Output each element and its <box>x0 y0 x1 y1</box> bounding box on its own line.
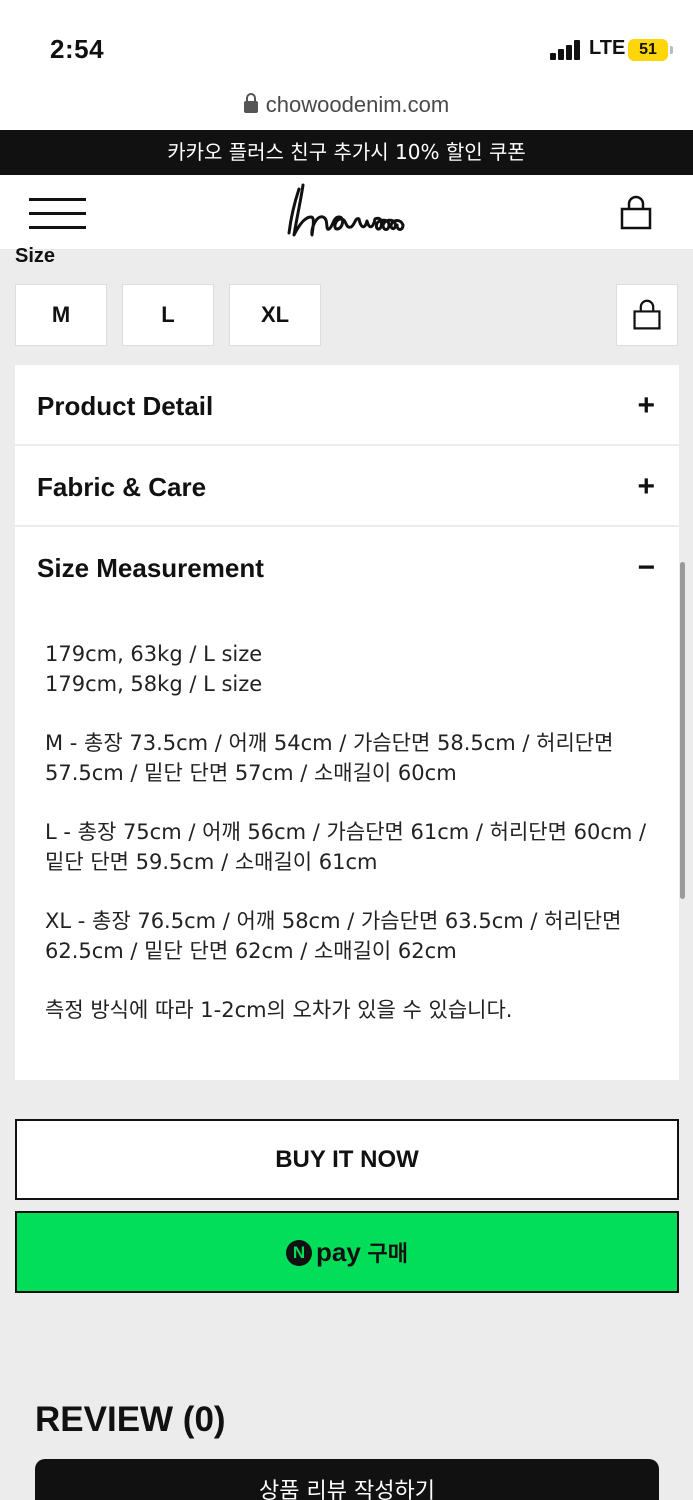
buy-now-button[interactable]: BUY IT NOW <box>15 1119 679 1200</box>
accordion-size-measurement[interactable]: Size Measurement − 179cm, 63kg / L size … <box>15 527 679 1080</box>
size-measurement-body: 179cm, 63kg / L size 179cm, 58kg / L siz… <box>45 639 665 1054</box>
status-time: 2:54 <box>50 34 105 64</box>
promo-banner[interactable]: 카카오 플러스 친구 추가시 10% 할인 쿠폰 <box>0 130 693 175</box>
accordion-title: Product Detail <box>37 391 214 421</box>
npay-label: 구매 <box>367 1242 408 1267</box>
size-option-l[interactable]: L <box>122 284 214 346</box>
size-m-measurement: M - 총장 73.5cm / 어깨 54cm / 가슴단면 58.5cm / … <box>45 731 614 785</box>
accordion-title: Size Measurement <box>37 553 264 583</box>
review-heading: REVIEW (0) <box>35 1400 226 1439</box>
plus-icon[interactable]: + <box>637 389 655 423</box>
signal-icon <box>550 40 584 60</box>
size-l-measurement: L - 총장 75cm / 어깨 56cm / 가슴단면 61cm / 허리단면… <box>45 820 647 874</box>
minus-icon[interactable]: − <box>637 551 655 585</box>
accordion-fabric-care[interactable]: Fabric & Care + <box>15 446 679 525</box>
product-content: Size M L XL Product Detail + Fabric & Ca… <box>0 245 693 1500</box>
status-bar: 2:54 LTE 51 <box>0 0 693 90</box>
address-bar[interactable]: chowoodenim.com <box>0 92 693 126</box>
write-review-button[interactable]: 상품 리뷰 작성하기 <box>35 1459 659 1500</box>
shopping-bag-icon[interactable] <box>618 195 654 231</box>
accordion-product-detail[interactable]: Product Detail + <box>15 365 679 444</box>
npay-word: pay <box>316 1237 361 1267</box>
model-info: 179cm, 63kg / L size <box>45 642 263 666</box>
scrollbar[interactable] <box>680 562 685 899</box>
accordion-title: Fabric & Care <box>37 472 207 502</box>
url-text: chowoodenim.com <box>265 92 450 117</box>
npay-buy-button[interactable]: Npay 구매 <box>15 1211 679 1293</box>
hamburger-icon[interactable] <box>29 198 86 230</box>
plus-icon[interactable]: + <box>637 470 655 504</box>
lock-icon <box>243 93 258 113</box>
add-to-cart-button[interactable] <box>616 284 678 346</box>
size-xl-measurement: XL - 총장 76.5cm / 어깨 58cm / 가슴단면 63.5cm /… <box>45 909 622 963</box>
battery-icon: 51 <box>628 39 673 61</box>
naver-pay-icon: N <box>286 1239 313 1266</box>
network-type: LTE <box>589 37 626 59</box>
size-option-m[interactable]: M <box>15 284 107 346</box>
size-label: Size <box>15 245 56 267</box>
size-option-xl[interactable]: XL <box>229 284 321 346</box>
site-header <box>0 175 693 250</box>
chowoo-logo-icon[interactable] <box>285 181 410 243</box>
shopping-bag-icon <box>633 299 661 330</box>
model-info: 179cm, 58kg / L size <box>45 672 263 696</box>
measurement-note: 측정 방식에 따라 1-2cm의 오차가 있을 수 있습니다. <box>45 998 513 1022</box>
